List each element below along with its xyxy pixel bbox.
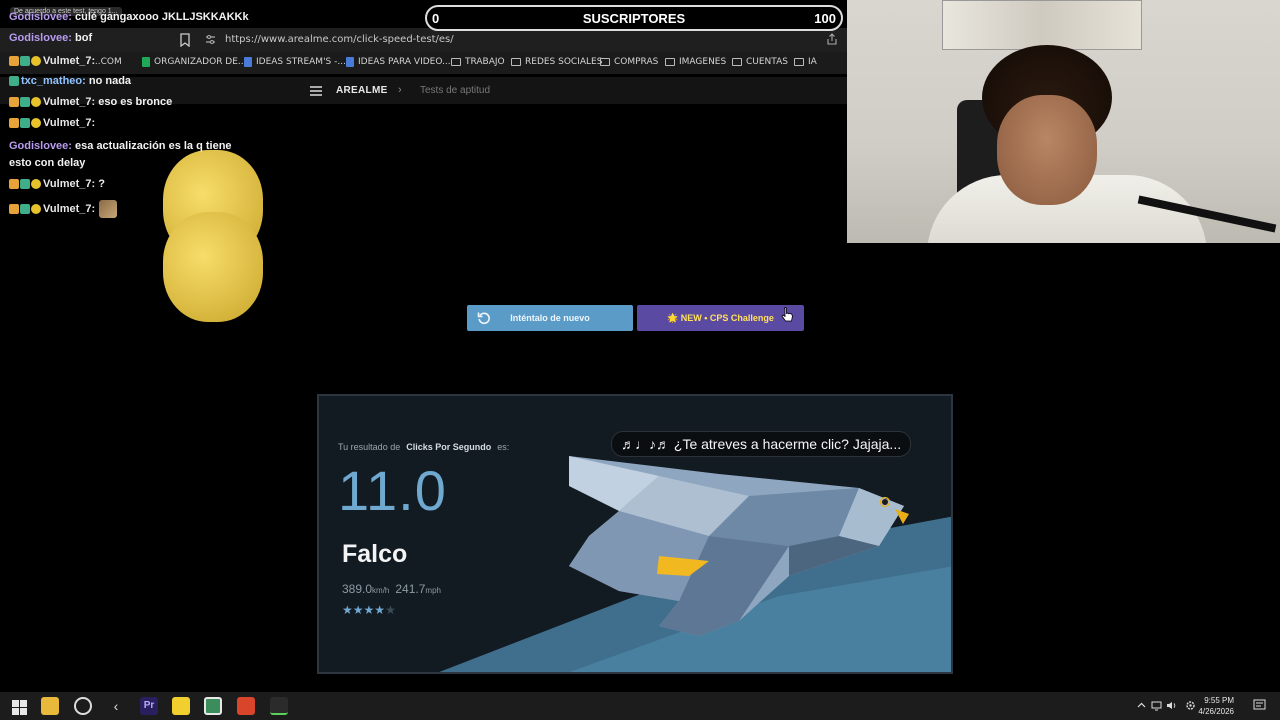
retry-icon	[477, 312, 490, 325]
chat-emote	[163, 212, 263, 322]
chat-message: esto con delay	[9, 157, 86, 169]
star-icon: ★	[342, 603, 353, 617]
bookmark-item[interactable]: REDES SOCIALES	[511, 57, 602, 67]
speed-readout: 389.0km/h 241.7mph	[342, 582, 441, 596]
chat-message: txc_matheo: no nada	[9, 75, 131, 87]
taskbar	[0, 692, 1280, 720]
taskbar-clock[interactable]: 9:55 PM 4/26/2026	[1198, 695, 1234, 717]
retry-button[interactable]: Inténtalo de nuevo	[467, 305, 633, 331]
star-icon: ★	[374, 603, 386, 617]
chevron-right-icon: ›	[398, 84, 402, 96]
brave-icon[interactable]	[237, 697, 255, 715]
animal-rank: Falco	[342, 540, 408, 568]
chat-message: Godislovee: culé gangaxooo JKLLJSKKAKKk	[9, 11, 249, 23]
settings-gear-icon[interactable]	[1185, 700, 1196, 711]
folder-icon	[665, 58, 675, 66]
cps-score: 11.0	[338, 459, 447, 522]
network-icon[interactable]	[1151, 700, 1162, 711]
chat-message: Vulmet_7:	[9, 117, 263, 322]
chat-message: Vulmet_7: ?	[9, 178, 105, 190]
sheet-icon	[142, 57, 150, 67]
streamer-face	[997, 95, 1097, 205]
chat-badges	[9, 56, 41, 67]
wall-poster	[942, 0, 1142, 50]
chat-badges	[9, 97, 41, 108]
chat-badges	[9, 179, 41, 190]
retry-button-label: Inténtalo de nuevo	[510, 313, 590, 323]
chat-message: Godislovee: bof	[9, 32, 93, 44]
bookmark-item[interactable]: IDEAS PARA VIDEO...	[346, 57, 451, 67]
hamburger-menu-icon[interactable]	[310, 86, 322, 96]
bookmark-icon[interactable]	[179, 33, 191, 47]
sticky-notes-icon[interactable]	[172, 697, 190, 715]
chat-message: Vulmet_7: eso es bronce	[9, 96, 172, 108]
share-icon[interactable]	[826, 33, 838, 45]
cps-challenge-label: 🌟 NEW • CPS Challenge	[667, 312, 774, 323]
site-logo-text[interactable]: AREALME	[336, 85, 388, 96]
hand-cursor-icon	[781, 307, 793, 322]
chat-emote	[99, 200, 118, 218]
site-settings-icon[interactable]	[205, 34, 216, 45]
premiere-icon[interactable]: Pr	[140, 697, 158, 715]
star-icon: ★	[352, 603, 364, 617]
file-explorer-icon[interactable]	[41, 697, 59, 715]
bookmark-item[interactable]: TRABAJO	[451, 57, 505, 67]
chat-message: Godislovee: esa actualización es la q ti…	[9, 140, 232, 152]
falcon-tooltip[interactable]: ♬♩♪♬ ¿Te atreves a hacerme clic? Jajaja.…	[611, 431, 912, 457]
cps-challenge-button[interactable]: 🌟 NEW • CPS Challenge	[637, 305, 804, 331]
star-icon: ★	[363, 603, 375, 617]
breadcrumb[interactable]: Tests de aptitud	[420, 85, 490, 96]
folder-icon	[732, 58, 742, 66]
windows-start-icon[interactable]	[9, 697, 27, 715]
epic-games-icon[interactable]	[270, 697, 288, 715]
spreadsheet-icon[interactable]	[204, 697, 222, 715]
app-icon[interactable]: ‹	[107, 697, 125, 715]
subscriber-goal-bar: SUSCRIPTORES 0 100	[425, 5, 843, 31]
subscriber-label: SUSCRIPTORES	[582, 11, 686, 26]
chat-badges	[9, 204, 41, 214]
bookmark-item[interactable]: COMPRAS	[600, 57, 658, 67]
chat-message: Vulmet_7:	[9, 55, 263, 260]
result-card: Tu resultado de Clicks Por Segundo es: 11.…	[317, 394, 953, 674]
folder-icon	[600, 58, 610, 66]
volume-icon[interactable]	[1166, 700, 1177, 711]
url-input[interactable]: https://www.arealme.com/click-speed-test…	[225, 34, 454, 45]
bookmark-item[interactable]: IDEAS STREAM'S -...	[244, 57, 346, 67]
subscriber-goal: 100	[814, 11, 836, 26]
bookmark-item[interactable]: CUENTAS	[732, 57, 788, 67]
folder-icon	[451, 58, 461, 66]
folder-icon	[794, 58, 804, 66]
chat-badge	[9, 76, 19, 87]
subscriber-current: 0	[432, 11, 440, 26]
star-rating: ★★★★★	[342, 603, 396, 617]
doc-icon	[346, 57, 354, 67]
bookmark-item[interactable]: IMAGENES	[665, 57, 726, 67]
doc-icon	[244, 57, 252, 67]
notifications-icon[interactable]	[1253, 698, 1267, 712]
webcam-overlay	[847, 0, 1280, 243]
result-label: Tu resultado de Clicks Por Segundo es:	[338, 442, 510, 452]
chrome-icon[interactable]	[74, 697, 92, 715]
folder-icon	[511, 58, 521, 66]
bookmark-item[interactable]: IA	[794, 57, 817, 67]
bookmark-item[interactable]: ORGANIZADOR DE...	[142, 57, 247, 67]
chat-message: Vulmet_7:	[9, 200, 118, 218]
bookmark-item[interactable]: ...COM	[92, 57, 122, 67]
star-icon: ★	[385, 603, 396, 617]
chat-badges	[9, 118, 41, 129]
chevron-up-icon[interactable]	[1136, 700, 1147, 711]
